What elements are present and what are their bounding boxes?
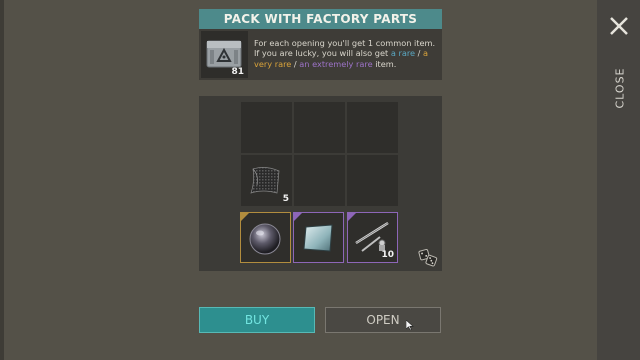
grid-slot[interactable]: [347, 155, 398, 206]
grid-slot[interactable]: 5: [241, 155, 292, 206]
pack-info: 81 For each opening you'll get 1 common …: [199, 29, 442, 80]
buy-button[interactable]: BUY: [199, 307, 315, 333]
desc-rare: a rare: [390, 48, 416, 59]
desc-extremely-rare: an extremely rare: [299, 58, 373, 69]
grid-slot[interactable]: [347, 102, 398, 153]
grid-slot[interactable]: [294, 155, 345, 206]
pack-description: For each opening you'll get 1 common ite…: [254, 38, 440, 69]
close-icon[interactable]: [607, 14, 631, 38]
pack-title: PACK WITH FACTORY PARTS: [199, 9, 442, 29]
open-button[interactable]: OPEN: [325, 307, 441, 333]
mouse-cursor-icon: [406, 320, 414, 330]
left-shade: [0, 0, 4, 360]
close-label[interactable]: CLOSE: [614, 67, 627, 108]
rarity-corner: [294, 213, 302, 221]
dice-icon[interactable]: [418, 247, 438, 267]
grid-slot-common[interactable]: [240, 212, 291, 263]
loot-grid-panel: 5 10: [199, 96, 442, 271]
grid-slot[interactable]: [241, 102, 292, 153]
slot-quantity: 5: [282, 194, 289, 204]
grid-slot-rare[interactable]: 10: [347, 212, 398, 263]
grid-slot-rare[interactable]: [293, 212, 344, 263]
close-strip[interactable]: CLOSE: [597, 0, 640, 360]
pack-thumbnail: 81: [201, 31, 248, 78]
grid-slot[interactable]: [294, 102, 345, 153]
desc-sep1: /: [415, 48, 424, 59]
rarity-corner: [348, 213, 356, 221]
rarity-corner: [241, 213, 249, 221]
pack-count: 81: [231, 67, 244, 77]
desc-outro: item.: [372, 58, 397, 69]
slot-quantity: 10: [381, 250, 394, 260]
